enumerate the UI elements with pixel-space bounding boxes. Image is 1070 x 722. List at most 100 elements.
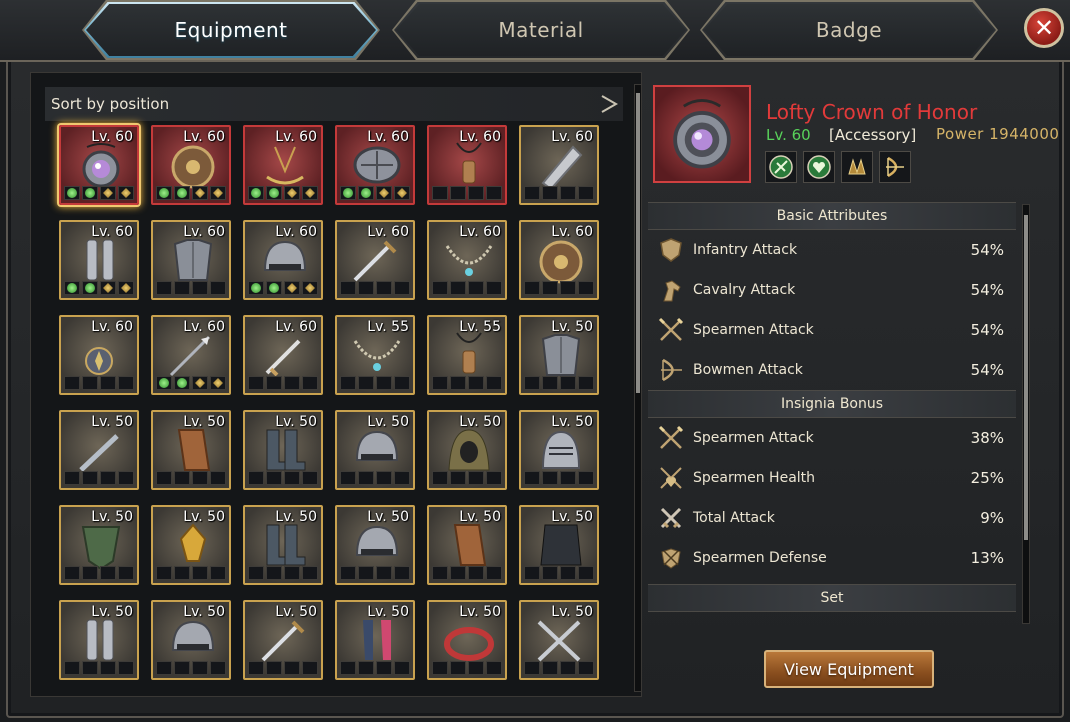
green-feather-icon[interactable] (765, 151, 797, 183)
socket-empty (82, 376, 98, 390)
socket-green (82, 186, 98, 200)
tab-badge[interactable]: Badge (702, 2, 996, 58)
sort-bar[interactable]: Sort by position (45, 87, 623, 121)
equipment-slot[interactable]: Lv. 50 (243, 600, 323, 680)
equipment-slot[interactable]: Lv. 50 (519, 315, 599, 395)
necklace-icon (349, 331, 405, 379)
equipment-slot[interactable]: Lv. 60 (59, 315, 139, 395)
equipment-slot[interactable]: Lv. 60 (243, 220, 323, 300)
cloak-icon (533, 521, 589, 569)
equipment-slot[interactable]: Lv. 60 (427, 125, 507, 205)
socket-empty (82, 661, 98, 675)
socket-empty (302, 471, 318, 485)
tab-material[interactable]: Material (394, 2, 688, 58)
attribute-value: 54% (970, 361, 1004, 379)
equipment-slot[interactable]: Lv. 50 (243, 410, 323, 490)
pendant-icon (441, 331, 497, 379)
item-portrait (653, 85, 751, 183)
attribute-row: Bowmen Attack 54% (648, 350, 1020, 390)
equipment-slot[interactable]: Lv. 60 (427, 220, 507, 300)
view-equipment-button[interactable]: View Equipment (764, 650, 934, 688)
equipment-slot[interactable]: Lv. 60 (59, 125, 139, 205)
socket-green (174, 376, 190, 390)
socket-empty (578, 471, 594, 485)
socket-empty (284, 661, 300, 675)
socket-empty (376, 471, 392, 485)
equipment-slot[interactable]: Lv. 60 (519, 125, 599, 205)
equipment-slot[interactable]: Lv. 50 (335, 410, 415, 490)
tab-equipment[interactable]: Equipment (84, 2, 378, 58)
socket-empty (82, 566, 98, 580)
socket-row (340, 376, 410, 390)
equipment-slot[interactable]: Lv. 50 (243, 505, 323, 585)
socket-row (524, 186, 594, 200)
socket-row (156, 376, 226, 390)
equipment-slot[interactable]: Lv. 50 (59, 505, 139, 585)
spear-shield-icon (658, 545, 684, 571)
equipment-slot[interactable]: Lv. 60 (243, 125, 323, 205)
amulet-orb-icon (73, 141, 129, 189)
equipment-slot[interactable]: Lv. 50 (59, 600, 139, 680)
inventory-scrollbar[interactable] (634, 84, 642, 692)
equipment-slot[interactable]: Lv. 55 (335, 315, 415, 395)
equipment-slot[interactable]: Lv. 50 (335, 600, 415, 680)
equipment-slot[interactable]: Lv. 60 (151, 220, 231, 300)
socket-empty (100, 376, 116, 390)
item-level-label: Lv. 60 (367, 224, 409, 240)
equipment-slot[interactable]: Lv. 50 (59, 410, 139, 490)
socket-empty (542, 661, 558, 675)
socket-empty (578, 281, 594, 295)
attribute-value: 9% (980, 509, 1004, 527)
amulet-icon (73, 331, 129, 379)
socket-gold (302, 186, 318, 200)
green-heart-icon[interactable] (803, 151, 835, 183)
socket-row (340, 566, 410, 580)
equipment-slot[interactable]: Lv. 50 (519, 410, 599, 490)
close-button[interactable]: ✕ (1024, 8, 1064, 48)
socket-green (266, 281, 282, 295)
equipment-slot[interactable]: Lv. 50 (427, 600, 507, 680)
equipment-slot[interactable]: Lv. 60 (151, 315, 231, 395)
socket-empty (284, 566, 300, 580)
equipment-slot[interactable]: Lv. 55 (427, 315, 507, 395)
item-level-label: Lv. 50 (551, 414, 593, 430)
helmet-icon (349, 521, 405, 569)
socket-empty (486, 661, 502, 675)
socket-empty (358, 661, 374, 675)
section-basic-attributes: Basic Attributes (648, 202, 1016, 230)
equipment-slot[interactable]: Lv. 60 (59, 220, 139, 300)
socket-empty (432, 376, 448, 390)
equipment-slot[interactable]: Lv. 50 (151, 505, 231, 585)
item-level-label: Lv. 60 (459, 224, 501, 240)
socket-empty (156, 281, 172, 295)
equipment-slot[interactable]: Lv. 60 (519, 220, 599, 300)
equipment-slot[interactable]: Lv. 60 (335, 125, 415, 205)
item-level-label: Lv. 60 (91, 129, 133, 145)
equipment-slot[interactable]: Lv. 50 (427, 410, 507, 490)
greaves-icon (73, 616, 129, 664)
gold-claw-icon[interactable] (841, 151, 873, 183)
equipment-slot[interactable]: Lv. 50 (519, 600, 599, 680)
equipment-slot[interactable]: Lv. 60 (151, 125, 231, 205)
equipment-slot[interactable]: Lv. 50 (335, 505, 415, 585)
equipment-slot[interactable]: Lv. 50 (151, 600, 231, 680)
socket-row (248, 661, 318, 675)
socket-empty (376, 281, 392, 295)
socket-empty (468, 281, 484, 295)
item-power: Power 1944000 (936, 125, 1060, 143)
equipment-slot[interactable]: Lv. 50 (427, 505, 507, 585)
sort-arrow-icon[interactable] (599, 93, 619, 115)
equipment-slot[interactable]: Lv. 50 (519, 505, 599, 585)
gold-bow-icon[interactable] (879, 151, 911, 183)
socket-empty (210, 281, 226, 295)
socket-empty (100, 471, 116, 485)
equipment-slot[interactable]: Lv. 60 (335, 220, 415, 300)
socket-empty (156, 471, 172, 485)
tab-bar: Equipment Material Badge (0, 0, 1070, 62)
attribute-row: Cavalry Attack 54% (648, 270, 1020, 310)
attributes-scrollbar[interactable] (1022, 204, 1030, 624)
equipment-slot[interactable]: Lv. 60 (243, 315, 323, 395)
item-level-label: Lv. 50 (367, 414, 409, 430)
socket-row (524, 566, 594, 580)
equipment-slot[interactable]: Lv. 50 (151, 410, 231, 490)
